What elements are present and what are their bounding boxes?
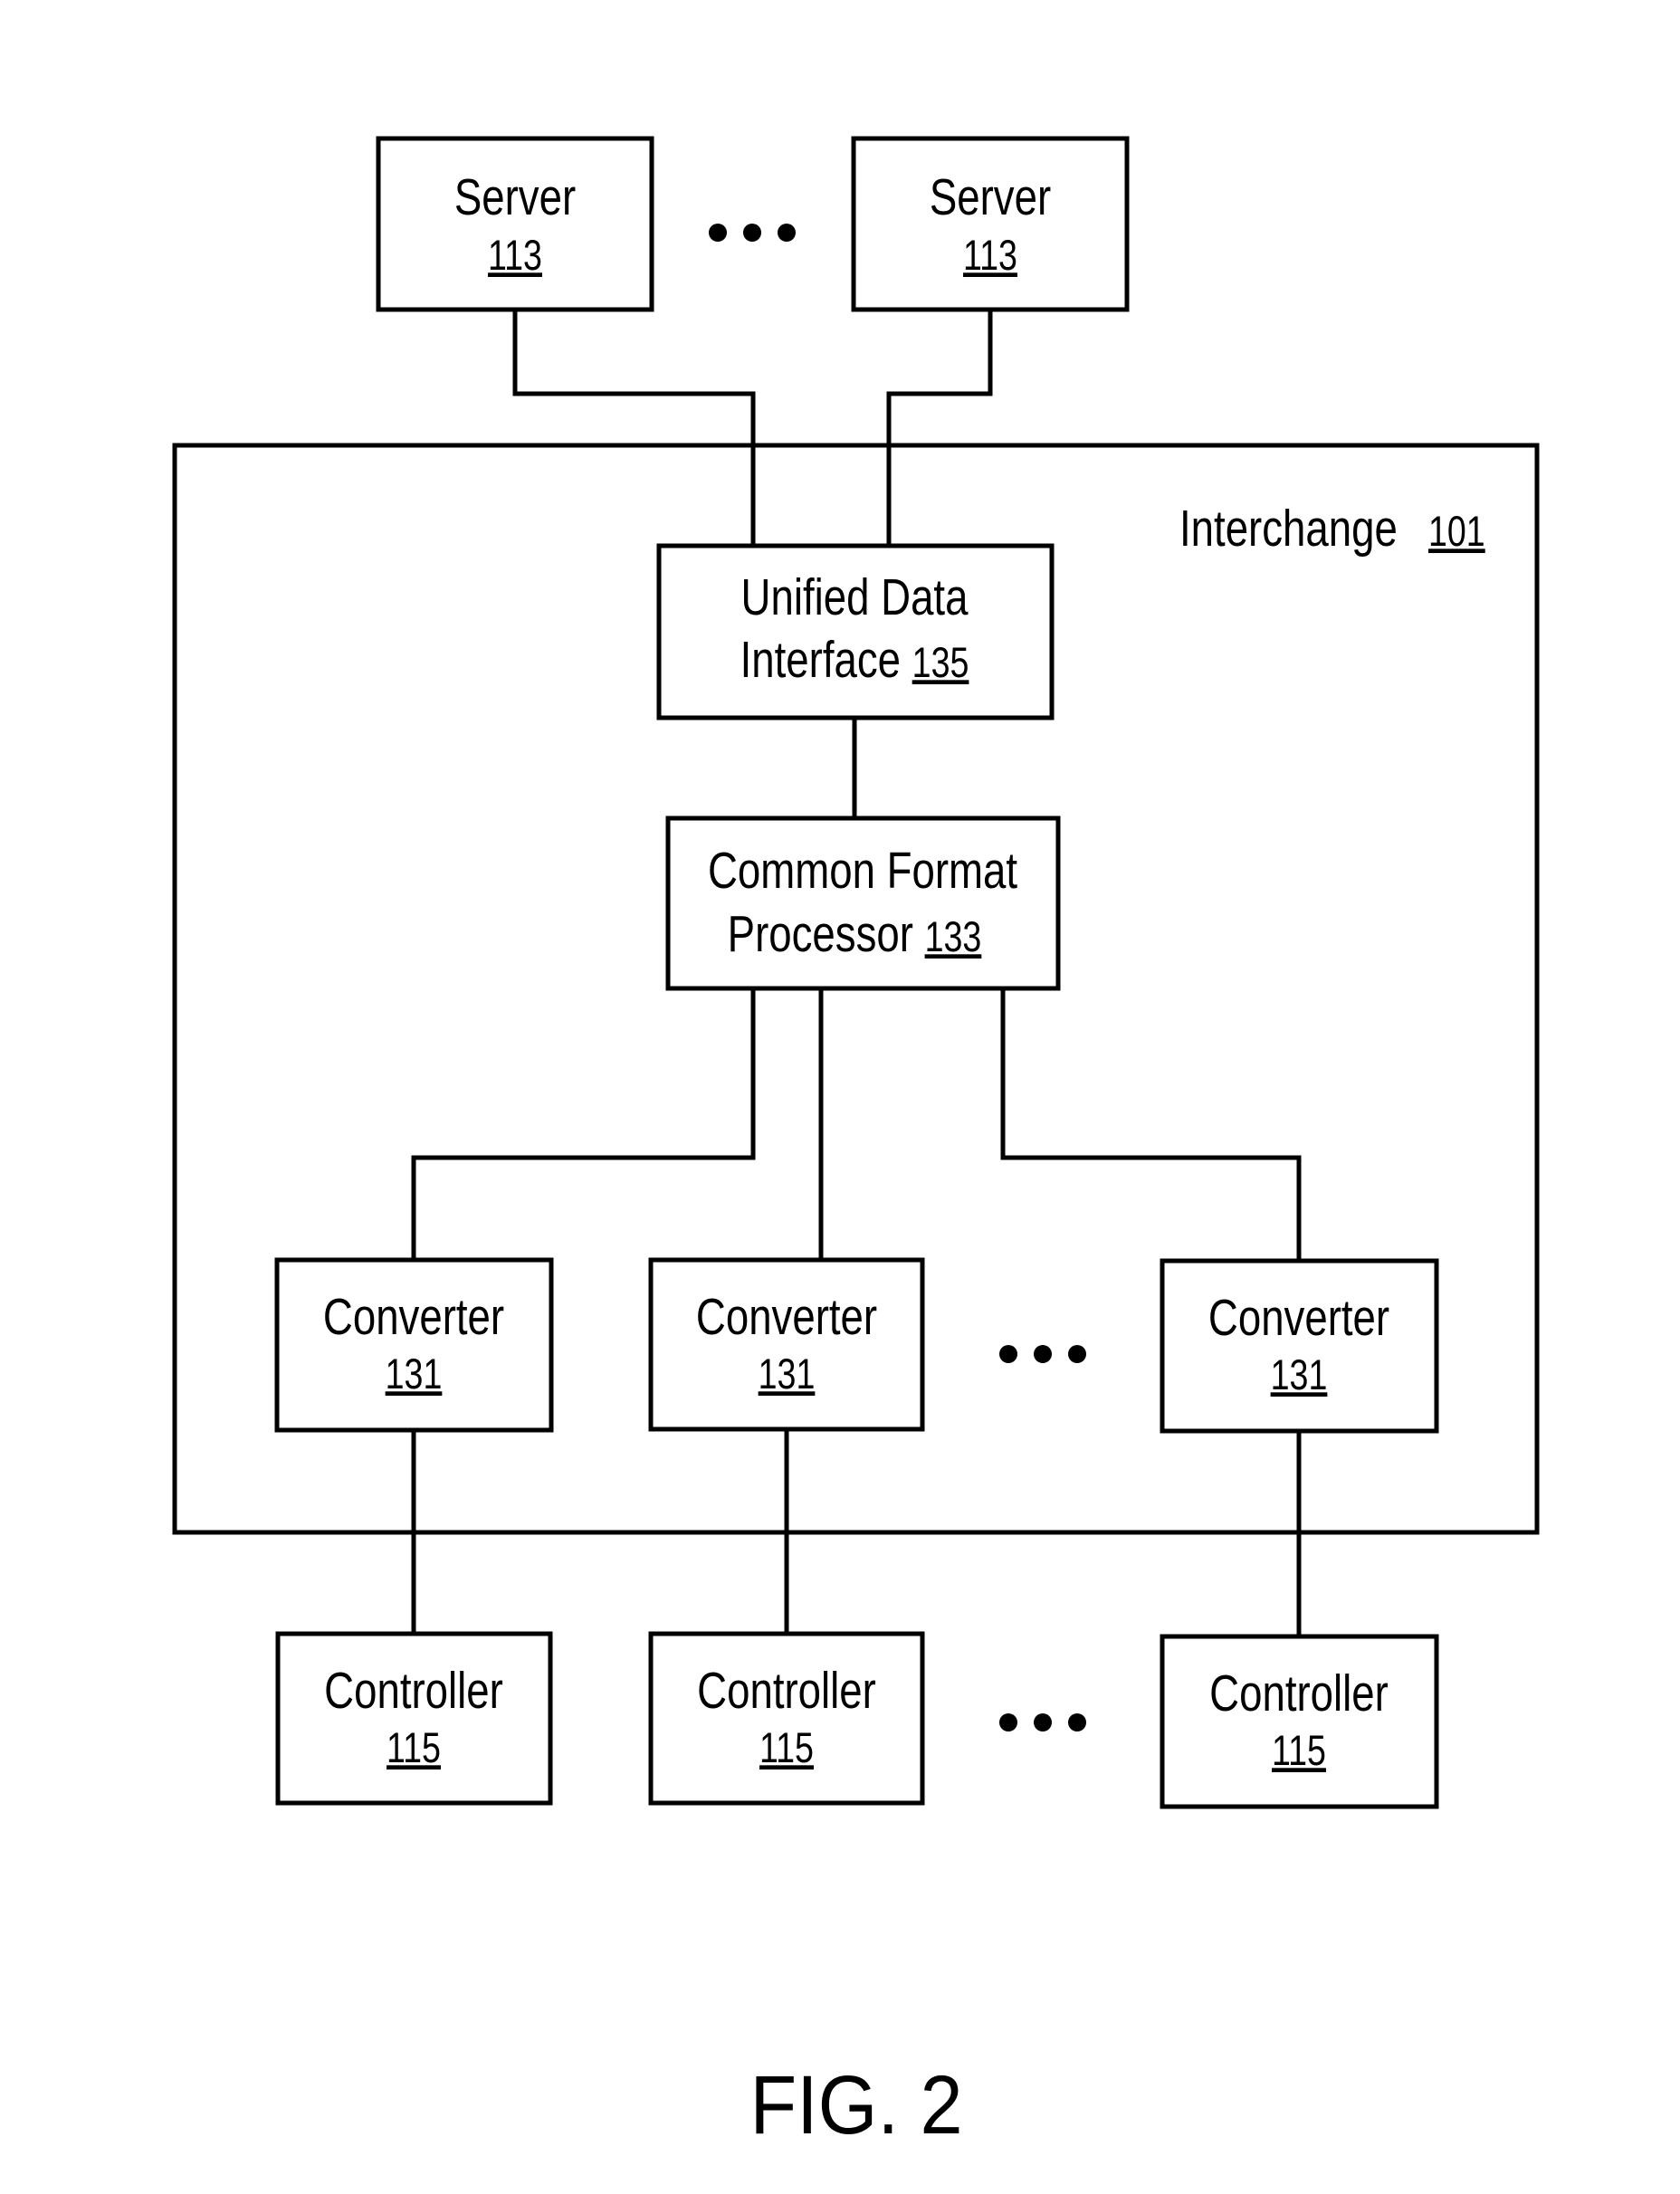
- ellipsis-dot: [709, 224, 727, 242]
- converter-2-ref: 131: [759, 1350, 816, 1398]
- interchange-title: Interchange: [1179, 499, 1398, 557]
- controller-box-1[interactable]: Controller 115: [275, 1631, 553, 1806]
- cfp-label-line2: Processor 133: [728, 904, 982, 962]
- wire-server-2-to-udi: [886, 310, 993, 545]
- converter-3-label: Converter: [1208, 1288, 1389, 1346]
- converter-1-label: Converter: [323, 1287, 504, 1345]
- figure-canvas: Interchange 101 Server 113 Server 113 Un…: [172, 136, 1540, 2151]
- controller-1-ref: 115: [387, 1724, 441, 1772]
- cfp-ref: 133: [925, 913, 982, 961]
- server-2-ref: 113: [963, 232, 1017, 280]
- ellipsis-dot: [999, 1713, 1017, 1731]
- controller-3-ref: 115: [1272, 1727, 1326, 1775]
- common-format-processor-box[interactable]: Common Format Processor 133: [665, 816, 1061, 991]
- ellipsis-dot: [999, 1345, 1017, 1363]
- interchange-ref: 101: [1428, 508, 1485, 556]
- interchange-label: Interchange: [1179, 499, 1398, 557]
- ellipsis-dot: [1068, 1713, 1086, 1731]
- udi-ref: 135: [912, 639, 969, 687]
- controller-box-2[interactable]: Controller 115: [648, 1631, 925, 1806]
- controller-1-label: Controller: [324, 1661, 503, 1719]
- server-1-label: Server: [454, 167, 576, 225]
- controller-box-3[interactable]: Controller 115: [1160, 1634, 1439, 1809]
- server-2-label: Server: [930, 167, 1051, 225]
- wire-cfp-to-converter-3: [1000, 989, 1302, 1260]
- interchange-ref-group: 101: [1428, 508, 1485, 556]
- converter-2-label: Converter: [696, 1287, 877, 1345]
- udi-label-line2: Interface 135: [740, 630, 969, 688]
- udi-label-line1: Unified Data: [741, 568, 969, 625]
- controller-3-label: Controller: [1209, 1664, 1389, 1722]
- cfp-label-text: Processor: [728, 904, 913, 962]
- converter-1-ref: 131: [386, 1350, 443, 1398]
- wire-server-1-to-udi: [512, 310, 756, 545]
- cfp-label-line1: Common Format: [708, 841, 1017, 899]
- server-box-1[interactable]: Server 113: [376, 136, 654, 312]
- controller-2-ref: 115: [759, 1724, 814, 1772]
- ellipsis-dot: [778, 224, 796, 242]
- converter-box-3[interactable]: Converter 131: [1160, 1258, 1439, 1434]
- wire-cfp-to-converter-1: [411, 989, 756, 1259]
- converter-box-1[interactable]: Converter 131: [274, 1257, 554, 1433]
- converter-3-ref: 131: [1271, 1351, 1328, 1399]
- controller-ellipsis-icon: [999, 1713, 1086, 1731]
- ellipsis-dot: [1034, 1713, 1052, 1731]
- ellipsis-dot: [1068, 1345, 1086, 1363]
- server-box-2[interactable]: Server 113: [851, 136, 1130, 312]
- udi-label-text: Interface: [740, 630, 901, 688]
- ellipsis-dot: [1034, 1345, 1052, 1363]
- figure-caption: FIG. 2: [749, 2058, 962, 2151]
- server-1-ref: 113: [488, 232, 542, 280]
- controller-2-label: Controller: [697, 1661, 876, 1719]
- unified-data-interface-box[interactable]: Unified Data Interface 135: [656, 543, 1055, 720]
- converter-ellipsis-icon: [999, 1345, 1086, 1363]
- server-ellipsis-icon: [709, 224, 796, 242]
- ellipsis-dot: [743, 224, 761, 242]
- converter-box-2[interactable]: Converter 131: [648, 1257, 925, 1432]
